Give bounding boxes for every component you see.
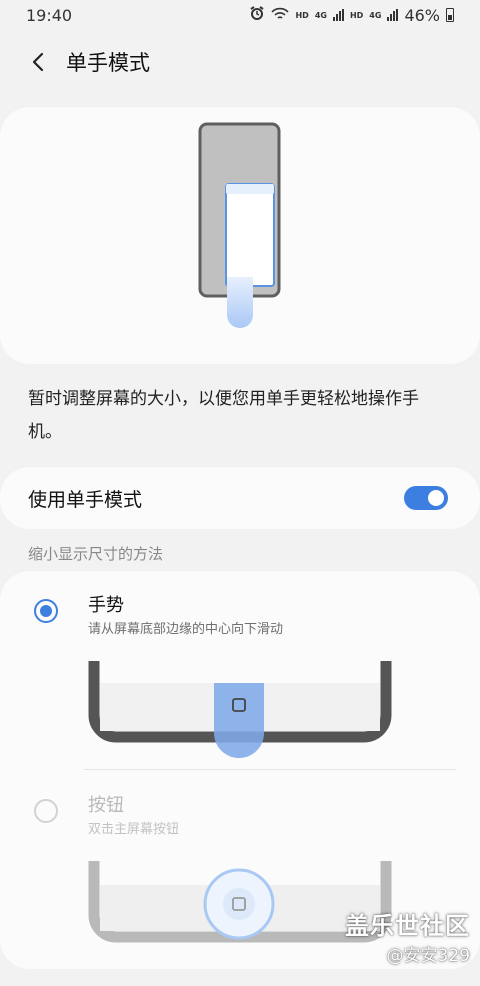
button-option-subtitle: 双击主屏幕按钮 [88, 822, 180, 837]
section-header: 缩小显示尺寸的方法 [28, 545, 164, 563]
one-handed-toggle-switch[interactable] [404, 486, 448, 510]
alarm-icon [249, 5, 265, 25]
battery-icon [446, 8, 454, 22]
net1-label: HD [295, 10, 309, 20]
watermark: 盖乐世社区 @安安329 [345, 906, 470, 966]
status-time: 19:40 [26, 5, 73, 25]
gesture-option-subtitle: 请从屏幕底部边缘的中心向下滑动 [88, 622, 284, 637]
status-icons: HD 4G HD 4G 46% [249, 5, 454, 25]
one-handed-illustration [198, 122, 281, 328]
gesture-illustration [88, 661, 392, 758]
signal2-icon [387, 9, 399, 21]
options-divider [84, 769, 456, 770]
back-button[interactable] [24, 48, 52, 76]
chevron-left-icon [32, 52, 44, 72]
net2-type: 4G [369, 10, 382, 20]
button-radio-button[interactable] [34, 799, 58, 823]
gesture-radio-button[interactable] [34, 599, 58, 623]
watermark-sub: @安安329 [386, 946, 470, 966]
net1-type: 4G [314, 10, 327, 20]
description-text: 暂时调整屏幕的大小，以便您用单手更轻松地操作手机。 [28, 389, 419, 442]
page-title: 单手模式 [66, 51, 150, 75]
net2-label: HD [349, 10, 364, 20]
battery-percent: 46% [404, 5, 440, 25]
button-option-title: 按钮 [88, 795, 124, 816]
toggle-label: 使用单手模式 [28, 488, 143, 511]
toggle-row[interactable]: 使用单手模式 [0, 467, 480, 529]
wifi-icon [271, 6, 290, 25]
switch-knob [426, 488, 446, 508]
watermark-main: 盖乐世社区 [345, 912, 470, 940]
app-header: 单手模式 [0, 40, 480, 84]
illustration-card [0, 107, 480, 364]
status-bar: 19:40 HD 4G HD 4G 46% [0, 0, 480, 30]
gesture-option-title: 手势 [88, 595, 124, 616]
signal1-icon [332, 9, 344, 21]
